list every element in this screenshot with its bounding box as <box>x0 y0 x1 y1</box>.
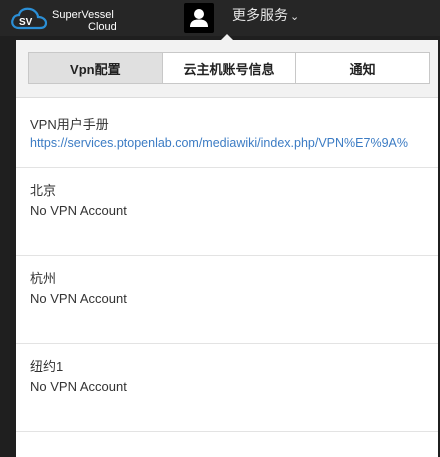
region-beijing: 北京 No VPN Account <box>16 168 438 256</box>
region-name: 纽约1 <box>30 359 64 374</box>
brand-line2: Cloud <box>88 21 117 33</box>
vpn-manual-link[interactable]: https://services.ptopenlab.com/mediawiki… <box>30 136 408 150</box>
vpn-manual-title: VPN用户手册 <box>30 117 109 132</box>
region-name: 北京 <box>30 183 57 198</box>
user-avatar-button[interactable] <box>184 3 214 33</box>
vpn-account-status: No VPN Account <box>30 379 127 394</box>
vpn-account-status: No VPN Account <box>30 203 127 218</box>
more-services-label: 更多服务 <box>232 7 288 23</box>
tab-notifications[interactable]: 通知 <box>296 53 429 83</box>
top-nav-bar: SV SuperVessel Cloud 更多服务 ⌄ <box>0 0 440 36</box>
chevron-down-icon: ⌄ <box>290 11 300 23</box>
region-newyork1: 纽约1 No VPN Account <box>16 344 438 432</box>
tab-vpn-config[interactable]: Vpn配置 <box>29 53 163 83</box>
tab-group: Vpn配置 云主机账号信息 通知 <box>28 52 430 84</box>
svg-text:SV: SV <box>19 17 33 28</box>
tab-bar: Vpn配置 云主机账号信息 通知 <box>16 40 438 98</box>
region-hangzhou: 杭州 No VPN Account <box>16 256 438 344</box>
services-dropdown-panel: Vpn配置 云主机账号信息 通知 VPN用户手册 https://service… <box>16 40 438 457</box>
supervessel-logo[interactable]: SV SuperVessel Cloud <box>10 6 150 34</box>
vpn-manual-section: VPN用户手册 https://services.ptopenlab.com/m… <box>16 98 438 168</box>
more-services-menu[interactable]: 更多服务 ⌄ <box>232 6 299 26</box>
brand-name: SuperVessel Cloud <box>52 9 117 33</box>
user-icon <box>190 9 208 27</box>
vpn-account-status: No VPN Account <box>30 291 127 306</box>
region-name: 杭州 <box>30 271 57 286</box>
brand-line1: SuperVessel <box>52 9 114 21</box>
cloud-logo-icon: SV <box>11 7 48 30</box>
tab-vm-account-info[interactable]: 云主机账号信息 <box>163 53 297 83</box>
